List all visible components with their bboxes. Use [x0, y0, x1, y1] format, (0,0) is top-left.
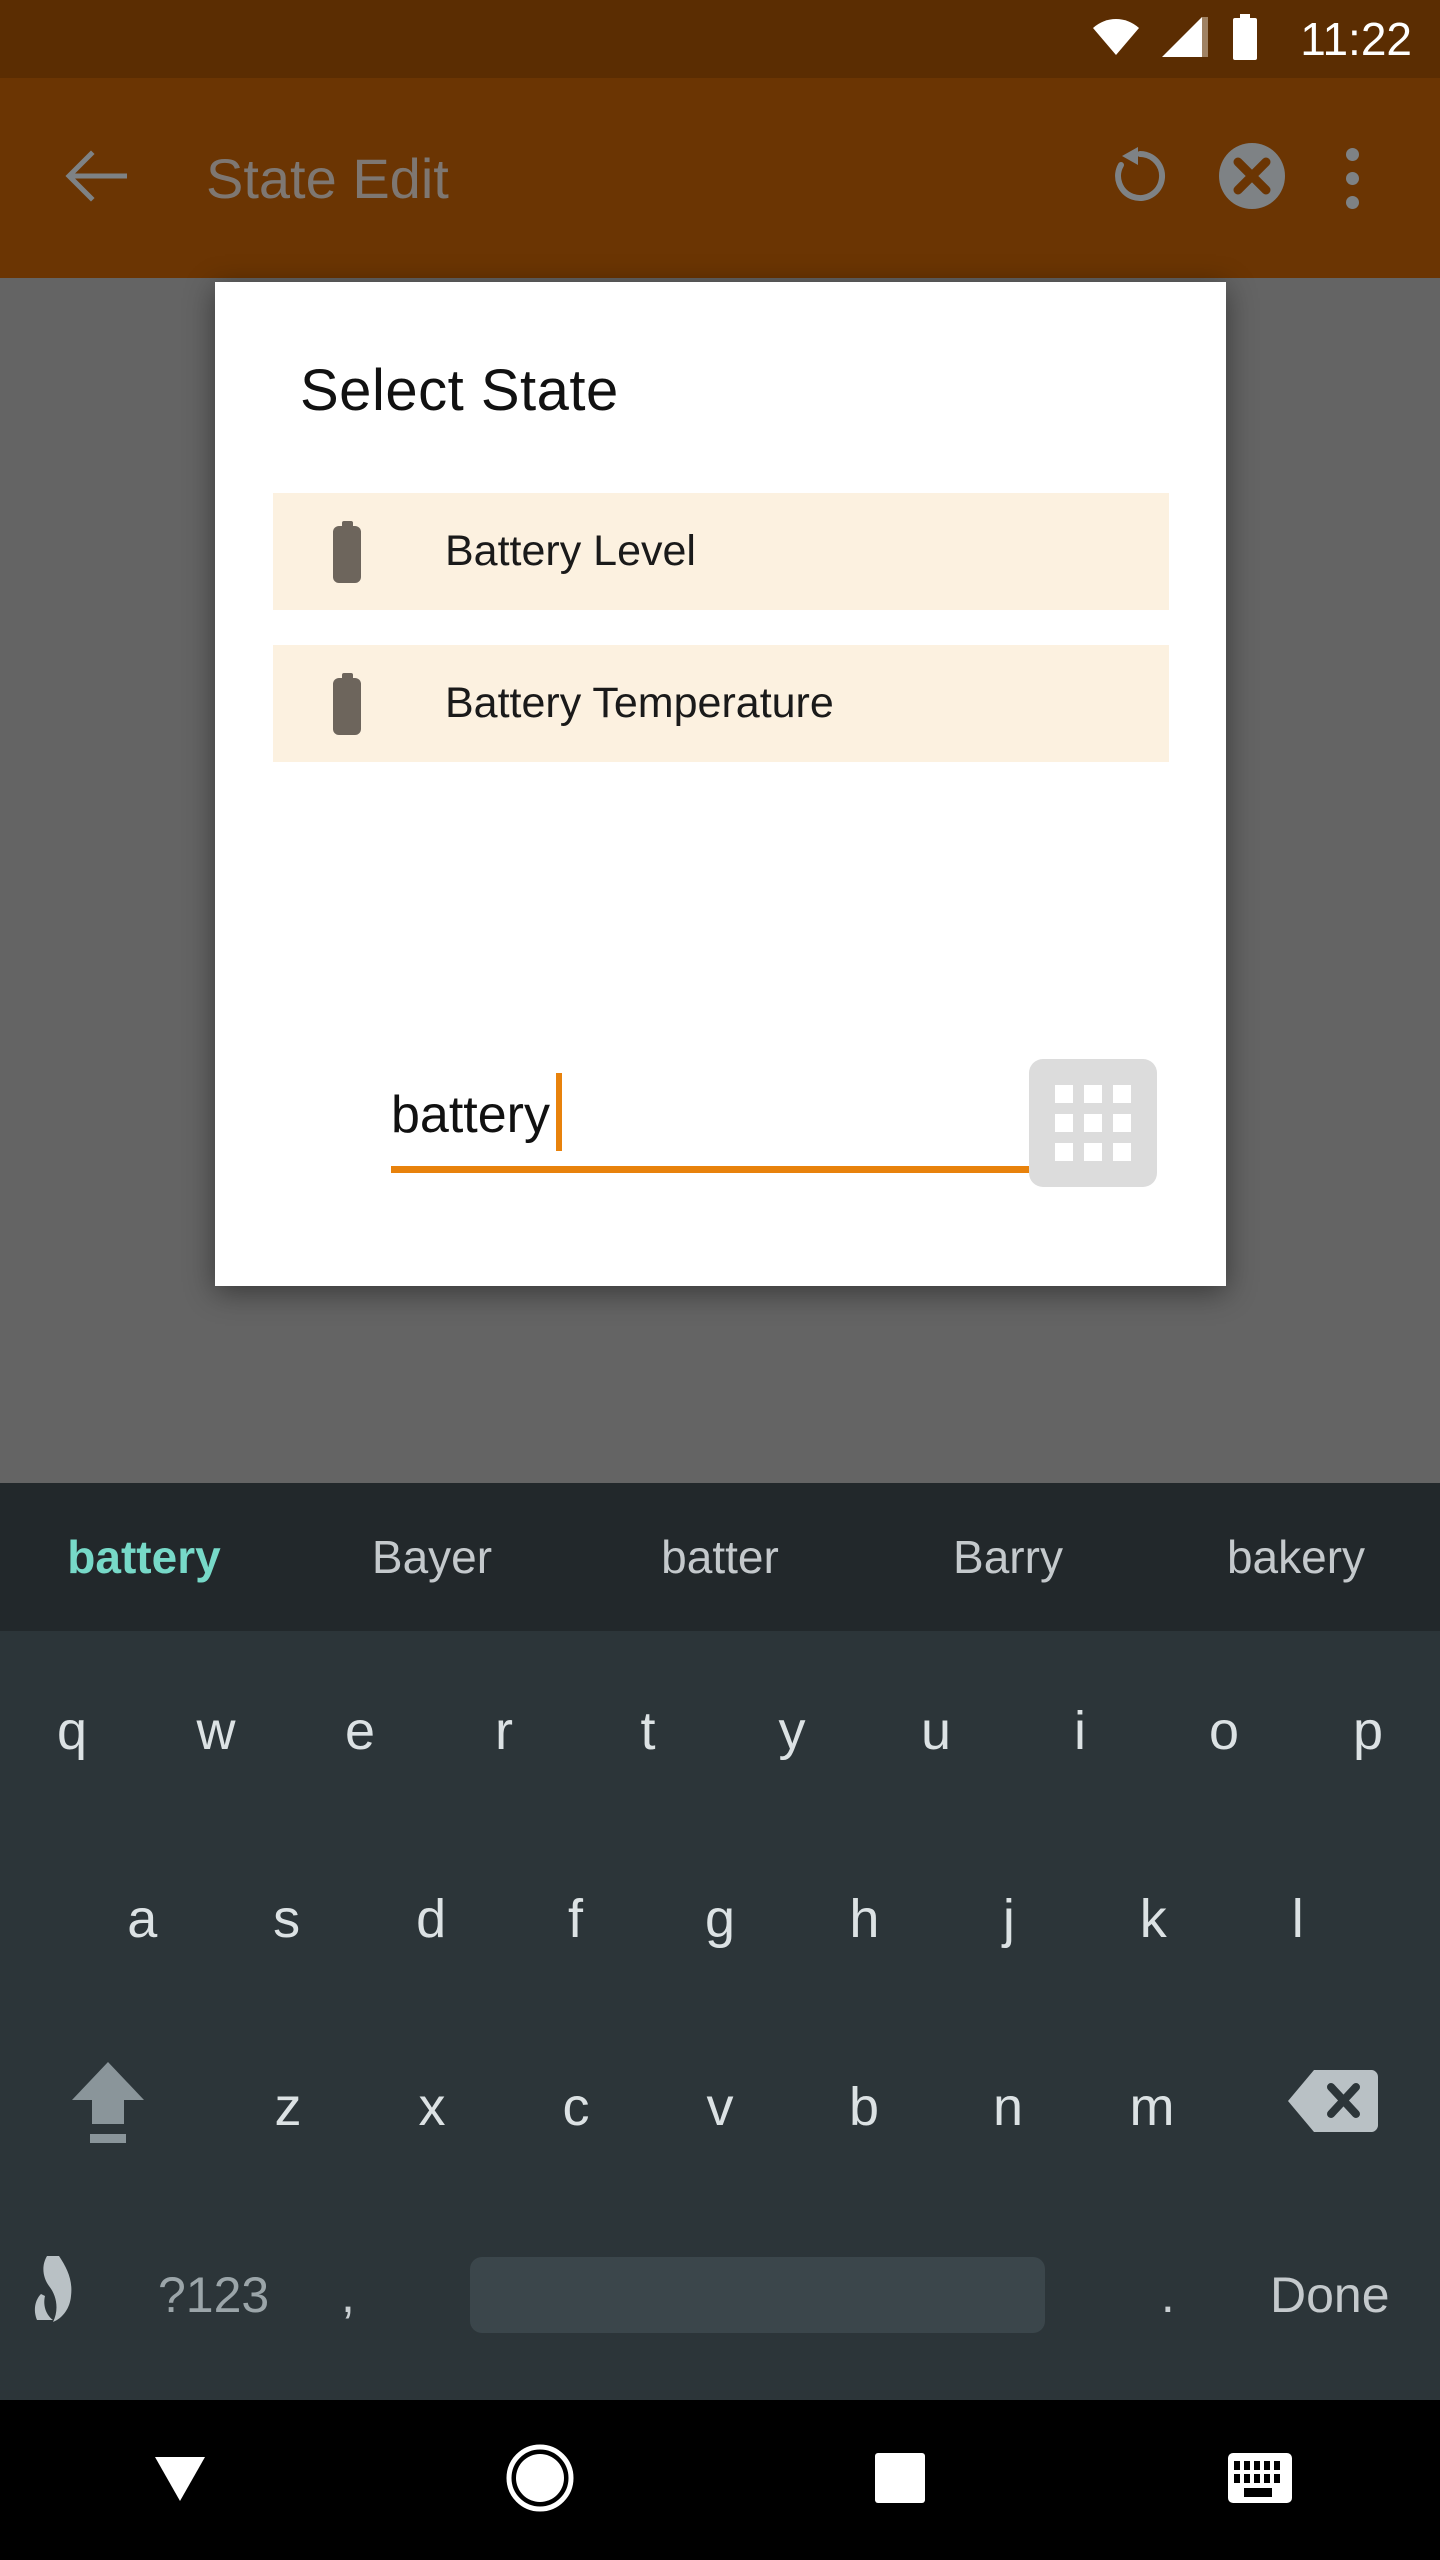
suggestion-item[interactable]: Barry	[864, 1530, 1152, 1584]
soft-keyboard: battery Bayer batter Barry bakery q w e …	[0, 1483, 1440, 2400]
key-l[interactable]: l	[1226, 1825, 1370, 2013]
key-rows: q w e r t y u i o p a s d f g h j k l z …	[0, 1631, 1440, 2389]
status-icon-group: 11:22	[1092, 13, 1412, 65]
shift-arrow-icon	[70, 2058, 146, 2157]
down-triangle-icon	[151, 2453, 209, 2508]
key-n[interactable]: n	[936, 2013, 1080, 2201]
overflow-menu-button[interactable]	[1308, 122, 1396, 234]
suggestion-item[interactable]: battery	[0, 1530, 288, 1584]
search-input[interactable]: battery	[391, 1043, 1107, 1173]
key-m[interactable]: m	[1080, 2013, 1224, 2201]
list-item[interactable]: Battery Temperature	[273, 645, 1169, 762]
keyboard-row-1: q w e r t y u i o p	[0, 1637, 1440, 1825]
suggestion-item[interactable]: Bayer	[288, 1530, 576, 1584]
key-j[interactable]: j	[937, 1825, 1081, 2013]
list-item[interactable]: Battery Level	[273, 493, 1169, 610]
key-t[interactable]: t	[576, 1637, 720, 1825]
key-k[interactable]: k	[1081, 1825, 1225, 2013]
square-icon	[874, 2452, 926, 2509]
key-y[interactable]: y	[720, 1637, 864, 1825]
keyboard-icon	[1227, 2452, 1293, 2509]
nav-back-button[interactable]	[0, 2400, 360, 2560]
nav-keyboard-button[interactable]	[1080, 2400, 1440, 2560]
key-c[interactable]: c	[504, 2013, 648, 2201]
apps-grid-button[interactable]	[1029, 1059, 1157, 1187]
circle-icon	[506, 2444, 574, 2517]
key-o[interactable]: o	[1152, 1637, 1296, 1825]
key-z[interactable]: z	[216, 2013, 360, 2201]
backspace-icon	[1286, 2068, 1379, 2147]
key-w[interactable]: w	[144, 1637, 288, 1825]
period-key[interactable]: .	[1116, 2201, 1219, 2389]
key-g[interactable]: g	[648, 1825, 792, 2013]
circle-x-icon	[1217, 141, 1287, 216]
key-u[interactable]: u	[864, 1637, 1008, 1825]
backspace-key[interactable]	[1224, 2013, 1440, 2201]
apps-grid-icon	[1055, 1085, 1131, 1161]
suggestion-item[interactable]: bakery	[1152, 1530, 1440, 1584]
battery-icon	[325, 672, 369, 735]
key-h[interactable]: h	[792, 1825, 936, 2013]
nav-home-button[interactable]	[360, 2400, 720, 2560]
search-input-underline	[391, 1166, 1107, 1173]
back-button[interactable]	[60, 142, 132, 214]
cell-signal-icon	[1162, 16, 1209, 63]
undo-rotate-icon	[1108, 144, 1172, 213]
key-s[interactable]: s	[214, 1825, 358, 2013]
key-x[interactable]: x	[360, 2013, 504, 2201]
search-input-value: battery	[391, 1086, 550, 1144]
key-b[interactable]: b	[792, 2013, 936, 2201]
suggestion-item[interactable]: batter	[576, 1530, 864, 1584]
key-r[interactable]: r	[432, 1637, 576, 1825]
status-clock: 11:22	[1300, 13, 1412, 65]
done-key[interactable]: Done	[1220, 2201, 1440, 2389]
app-bar-actions	[1084, 122, 1396, 234]
shift-key[interactable]	[0, 2013, 216, 2201]
phone-screen: 11:22 State Edit Select State Battery Le…	[0, 0, 1440, 2560]
spacebar-cap	[470, 2257, 1046, 2333]
search-value-wrap: battery	[391, 1063, 562, 1151]
battery-icon	[1230, 13, 1260, 65]
key-p[interactable]: p	[1296, 1637, 1440, 1825]
key-a[interactable]: a	[70, 1825, 214, 2013]
symbols-key[interactable]: ?123	[131, 2201, 296, 2389]
key-f[interactable]: f	[503, 1825, 647, 2013]
app-bar: State Edit	[0, 78, 1440, 278]
undo-button[interactable]	[1084, 122, 1196, 234]
space-key[interactable]	[400, 2201, 1117, 2389]
nav-recents-button[interactable]	[720, 2400, 1080, 2560]
key-v[interactable]: v	[648, 2013, 792, 2201]
key-d[interactable]: d	[359, 1825, 503, 2013]
suggestion-strip: battery Bayer batter Barry bakery	[0, 1483, 1440, 1631]
state-list: Battery Level Battery Temperature	[273, 493, 1169, 797]
clear-button[interactable]	[1196, 122, 1308, 234]
page-title: State Edit	[206, 146, 449, 210]
three-dots-icon	[1345, 147, 1359, 209]
key-i[interactable]: i	[1008, 1637, 1152, 1825]
battery-icon	[325, 520, 369, 583]
emoji-language-key[interactable]	[0, 2201, 131, 2389]
text-cursor	[555, 1073, 562, 1151]
comma-key[interactable]: ,	[296, 2201, 399, 2389]
wifi-icon	[1092, 17, 1140, 62]
list-item-label: Battery Level	[445, 527, 696, 575]
key-q[interactable]: q	[0, 1637, 144, 1825]
keyboard-row-3: z x c v b n m	[0, 2013, 1440, 2201]
navigation-bar	[0, 2400, 1440, 2560]
key-e[interactable]: e	[288, 1637, 432, 1825]
emoji-language-icon	[29, 2252, 101, 2339]
keyboard-row-2: a s d f g h j k l	[0, 1825, 1440, 2013]
list-item-label: Battery Temperature	[445, 679, 834, 727]
dialog-title: Select State	[300, 358, 619, 423]
status-bar: 11:22	[0, 0, 1440, 78]
keyboard-row-4: ?123 , . Done	[0, 2201, 1440, 2389]
back-arrow-icon	[65, 149, 127, 207]
